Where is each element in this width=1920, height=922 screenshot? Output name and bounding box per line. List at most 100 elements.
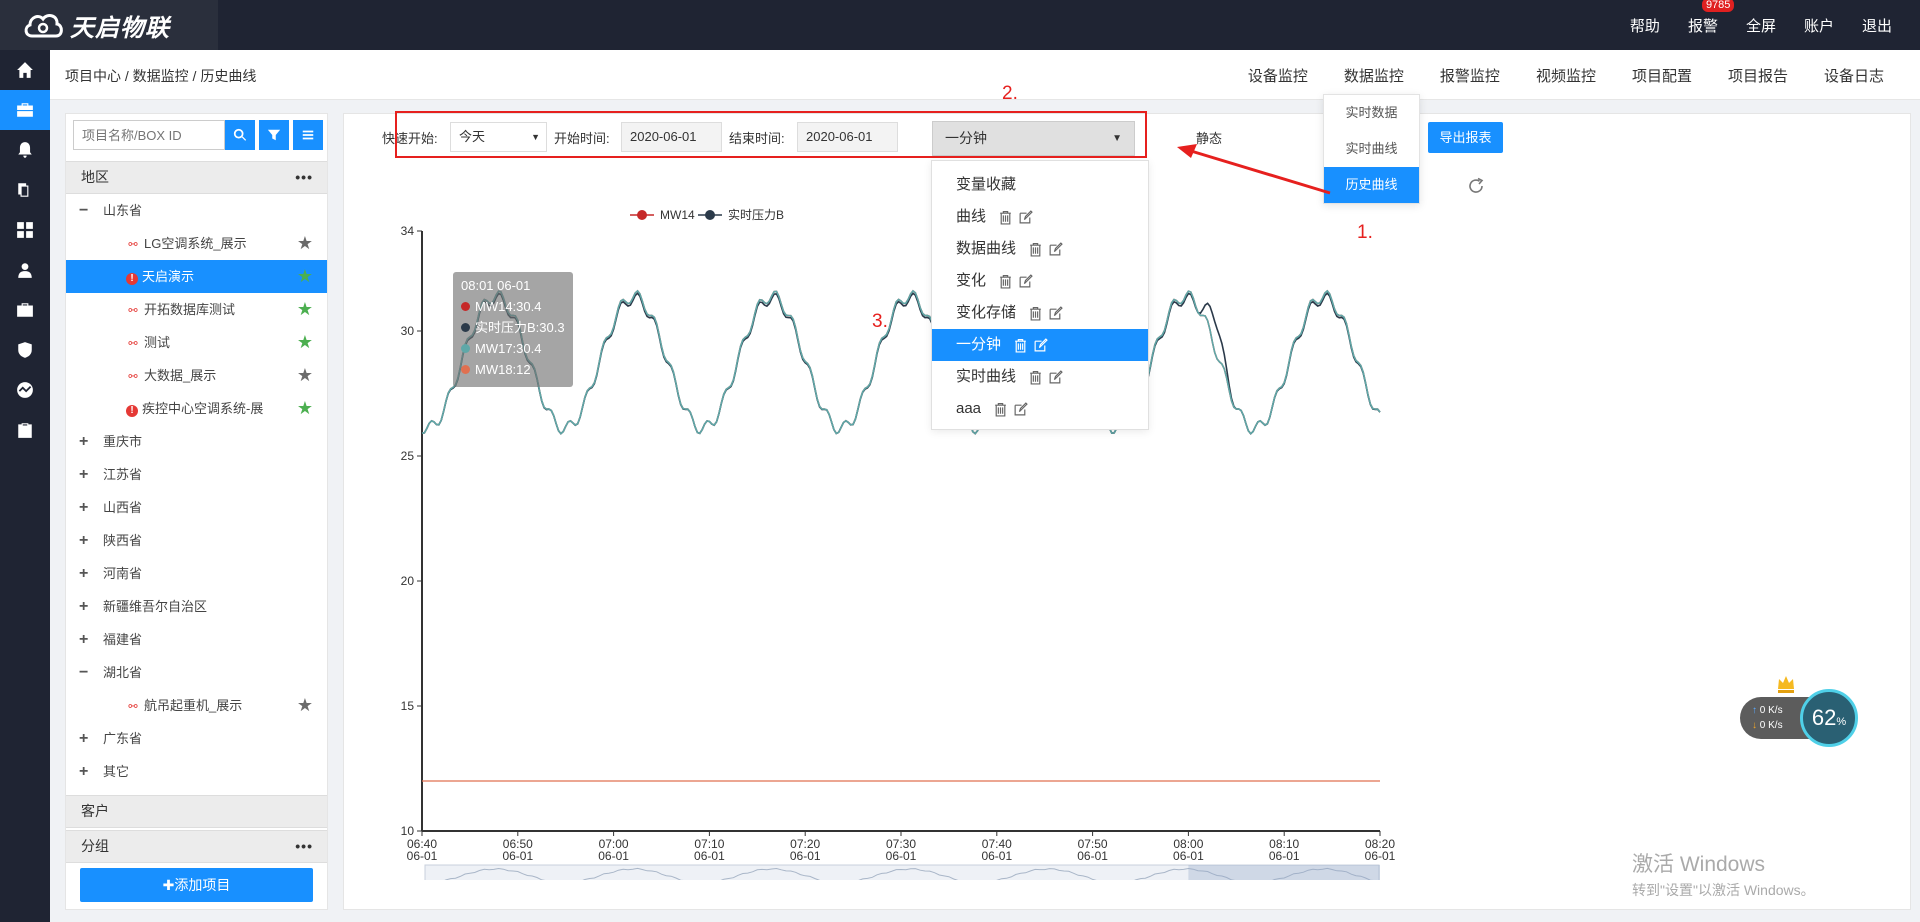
favorite-star-icon[interactable]: ★	[297, 293, 313, 326]
nav-video-monitor[interactable]: 视频监控	[1536, 65, 1596, 86]
rail-monitor[interactable]	[0, 90, 50, 130]
favorite-star-icon[interactable]: ★	[297, 326, 313, 359]
tree-project[interactable]: ! 疾控中心空调系统-展 ★	[66, 392, 327, 425]
edit-icon[interactable]	[1048, 305, 1063, 321]
tree-project[interactable]: ⚯ 测试 ★	[66, 326, 327, 359]
region-section-header[interactable]: 地区 •••	[66, 161, 327, 194]
nav-project-report[interactable]: 项目报告	[1728, 65, 1788, 86]
logout-link[interactable]: 退出	[1862, 15, 1892, 36]
tree-region[interactable]: + 新疆维吾尔自治区	[66, 590, 327, 623]
rail-alarm[interactable]	[0, 130, 50, 170]
add-project-button[interactable]: ✚添加项目	[80, 868, 313, 902]
search-button[interactable]	[225, 120, 255, 150]
nav-project-config[interactable]: 项目配置	[1632, 65, 1692, 86]
nav-alarm-monitor[interactable]: 报警监控	[1440, 65, 1500, 86]
edit-icon[interactable]	[1048, 241, 1063, 257]
edit-icon[interactable]	[1018, 209, 1033, 225]
expand-icon[interactable]: +	[79, 491, 88, 524]
rail-home[interactable]	[0, 50, 50, 90]
tree-project[interactable]: ⚯ LG空调系统_展示 ★	[66, 227, 327, 260]
tree-region[interactable]: + 河南省	[66, 557, 327, 590]
favorite-star-icon[interactable]: ★	[297, 260, 313, 293]
rail-tools[interactable]	[0, 290, 50, 330]
tree-project[interactable]: ! 天启演示 ★	[66, 260, 327, 293]
logo[interactable]: 天启物联	[0, 0, 218, 50]
tree-region[interactable]: + 广东省	[66, 722, 327, 755]
list-button[interactable]	[293, 120, 323, 150]
rail-clipboard[interactable]	[0, 410, 50, 450]
edit-icon[interactable]	[1018, 273, 1033, 289]
x-tick-date: 06-01	[886, 849, 917, 863]
tree-region[interactable]: + 山西省	[66, 491, 327, 524]
group-section-header[interactable]: 分组 •••	[66, 830, 327, 863]
expand-icon[interactable]: +	[79, 722, 88, 755]
expand-icon[interactable]: +	[79, 623, 88, 656]
group-more-icon[interactable]: •••	[295, 831, 313, 862]
expand-icon[interactable]: +	[79, 458, 88, 491]
help-link[interactable]: 帮助	[1630, 15, 1660, 36]
account-link[interactable]: 账户	[1804, 15, 1834, 36]
menu-realtime-data[interactable]: 实时数据	[1324, 95, 1419, 131]
trash-icon[interactable]	[993, 402, 1008, 417]
tree-region[interactable]: + 陕西省	[66, 524, 327, 557]
expand-icon[interactable]: +	[79, 590, 88, 623]
refresh-button[interactable]	[1466, 176, 1486, 199]
favorite-star-icon[interactable]: ★	[297, 392, 313, 425]
favorite-star-icon[interactable]: ★	[297, 689, 313, 722]
alarm-link[interactable]: 报警 9785	[1688, 0, 1735, 36]
tree-region[interactable]: − 山东省	[66, 194, 327, 227]
rail-dashboard[interactable]	[0, 210, 50, 250]
expand-icon[interactable]: +	[79, 755, 88, 788]
rail-docs[interactable]	[0, 170, 50, 210]
tree-region[interactable]: + 江苏省	[66, 458, 327, 491]
cpu-gauge: 62%	[1800, 689, 1858, 747]
nav-device-monitor[interactable]: 设备监控	[1248, 65, 1308, 86]
collapse-icon[interactable]: −	[79, 656, 88, 689]
period-option[interactable]: 数据曲线	[932, 233, 1148, 265]
trash-icon[interactable]	[1028, 306, 1043, 321]
expand-icon[interactable]: +	[79, 524, 88, 557]
export-report-button[interactable]: 导出报表	[1428, 122, 1503, 153]
tree-project[interactable]: ⚯ 大数据_展示 ★	[66, 359, 327, 392]
edit-icon[interactable]	[1013, 401, 1028, 417]
period-option[interactable]: aaa	[932, 393, 1148, 425]
filter-button[interactable]	[259, 120, 289, 150]
tree-project[interactable]: ⚯ 开拓数据库测试 ★	[66, 293, 327, 326]
rail-trend[interactable]	[0, 370, 50, 410]
search-input[interactable]	[73, 120, 225, 150]
menu-realtime-curve[interactable]: 实时曲线	[1324, 131, 1419, 167]
fullscreen-link[interactable]: 全屏	[1746, 15, 1776, 36]
trash-icon[interactable]	[998, 274, 1013, 289]
tree-project[interactable]: ⚯ 航吊起重机_展示 ★	[66, 689, 327, 722]
rail-users[interactable]	[0, 250, 50, 290]
expand-icon[interactable]: +	[79, 425, 88, 458]
expand-icon[interactable]: +	[79, 557, 88, 590]
favorite-star-icon[interactable]: ★	[297, 227, 313, 260]
edit-icon[interactable]	[1033, 337, 1048, 353]
edit-icon[interactable]	[1048, 369, 1063, 385]
trash-icon[interactable]	[1028, 242, 1043, 257]
period-option[interactable]: 变量收藏	[932, 169, 1148, 201]
trash-icon[interactable]	[1013, 338, 1028, 353]
region-more-icon[interactable]: •••	[295, 162, 313, 193]
period-option[interactable]: 曲线	[932, 201, 1148, 233]
trash-icon[interactable]	[1028, 370, 1043, 385]
nav-device-log[interactable]: 设备日志	[1824, 65, 1884, 86]
tree-region[interactable]: + 重庆市	[66, 425, 327, 458]
tree-region[interactable]: + 其它	[66, 755, 327, 788]
alert-status-icon: !	[126, 273, 138, 285]
tree-region[interactable]: + 福建省	[66, 623, 327, 656]
period-option[interactable]: 一分钟	[932, 329, 1148, 361]
favorite-star-icon[interactable]: ★	[297, 359, 313, 392]
rail-security[interactable]	[0, 330, 50, 370]
period-option[interactable]: 实时曲线	[932, 361, 1148, 393]
series-dot-icon	[461, 302, 470, 311]
customer-section-header[interactable]: 客户	[66, 795, 327, 828]
period-option[interactable]: 变化	[932, 265, 1148, 297]
collapse-icon[interactable]: −	[79, 194, 88, 227]
period-option[interactable]: 变化存储	[932, 297, 1148, 329]
network-speed-widget[interactable]: ↑ 0 K/s ↓ 0 K/s 62%	[1740, 689, 1858, 747]
tree-region[interactable]: − 湖北省	[66, 656, 327, 689]
nav-data-monitor[interactable]: 数据监控	[1344, 65, 1404, 86]
trash-icon[interactable]	[998, 210, 1013, 225]
